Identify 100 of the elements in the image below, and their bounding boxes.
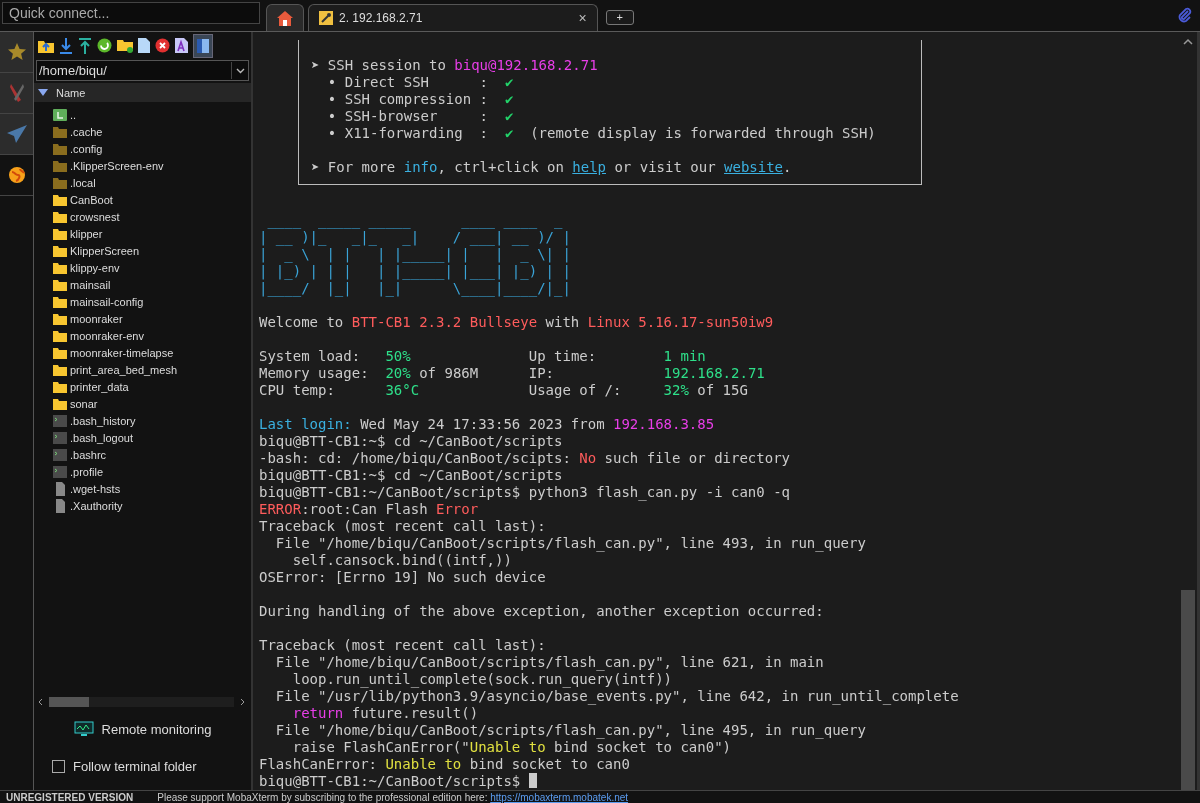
file-item[interactable]: printer_data xyxy=(34,378,251,395)
remote-monitoring-button[interactable]: Remote monitoring xyxy=(69,717,216,741)
file-item[interactable]: .bash_logout xyxy=(34,429,251,446)
terminal-line: System load: 50% Up time: 1 min xyxy=(259,348,707,365)
terminal-file-icon xyxy=(53,465,67,478)
scroll-up-icon[interactable] xyxy=(1183,38,1193,46)
session-tab[interactable]: 2. 192.168.2.71 × xyxy=(308,4,598,31)
file-item[interactable]: klipper xyxy=(34,225,251,242)
file-name: moonraker xyxy=(70,312,123,325)
new-file-icon[interactable] xyxy=(138,38,150,53)
terminal-line: During handling of the above exception, another exception occurred: xyxy=(259,603,825,620)
delete-icon[interactable] xyxy=(155,38,170,53)
download-icon[interactable] xyxy=(59,37,73,54)
file-name: mainsail-config xyxy=(70,295,144,308)
file-item[interactable]: .cache xyxy=(34,123,251,140)
file-name: klipper xyxy=(70,227,103,240)
file-icon xyxy=(53,498,67,513)
quick-connect-field[interactable]: Quick connect... xyxy=(2,2,260,24)
home-icon xyxy=(277,10,293,26)
link[interactable]: help xyxy=(572,159,606,175)
file-item[interactable]: .config xyxy=(34,140,251,157)
column-header[interactable]: Name xyxy=(34,83,251,102)
home-tab[interactable] xyxy=(266,4,304,31)
terminal-line: • X11-forwarding : ✔ (remote display is forwarded through SSH) xyxy=(326,125,877,142)
file-item[interactable]: mainsail-config xyxy=(34,293,251,310)
file-item[interactable]: print_area_bed_mesh xyxy=(34,361,251,378)
paperclip-icon[interactable] xyxy=(1176,7,1192,23)
mobaxterm-url-link[interactable]: https://mobaxterm.mobatek.net xyxy=(490,791,629,803)
terminal-line: • SSH compression : ✔ xyxy=(326,91,515,108)
file-item[interactable]: moonraker-timelapse xyxy=(34,344,251,361)
terminal-line: File "/home/biqu/CanBoot/scripts/flash_can.py", line 495, in run_query xyxy=(274,722,867,739)
terminal-line: raise FlashCanError("Unable to bind socket to can0") xyxy=(291,739,732,756)
column-label: Name xyxy=(56,86,86,99)
file-name: .. xyxy=(70,108,77,121)
path-text: /home/biqu/ xyxy=(39,63,107,78)
file-item[interactable]: mainsail xyxy=(34,276,251,293)
terminal-line: Traceback (most recent call last): xyxy=(259,518,547,535)
file-item[interactable]: .wget-hsts xyxy=(34,480,251,497)
checkbox[interactable] xyxy=(52,760,65,773)
scroll-right-icon[interactable] xyxy=(240,698,245,706)
refresh-icon[interactable] xyxy=(97,38,112,53)
file-item[interactable]: .bashrc xyxy=(34,446,251,463)
star-icon xyxy=(6,42,27,62)
status-message: Please support MobaXterm by subscribing to the professional edition here: https://mobaxterm.mobatek.net xyxy=(157,791,629,803)
vertical-scrollbar[interactable] xyxy=(1179,32,1200,790)
file-item[interactable]: .bash_history xyxy=(34,412,251,429)
file-name: .wget-hsts xyxy=(70,482,121,495)
terminal-line: -bash: cd: /home/biqu/CanBoot/scipts: No such file or directory xyxy=(259,450,792,467)
folder-icon xyxy=(53,278,67,291)
folder-icon xyxy=(53,227,67,240)
follow-terminal-checkbox[interactable]: Follow terminal folder xyxy=(52,759,251,774)
folder-icon xyxy=(53,329,67,342)
terminal-line: Last login: Wed May 24 17:33:56 2023 from 192.168.3.85 xyxy=(259,416,716,433)
folder-icon xyxy=(53,210,67,223)
file-item[interactable]: klippy-env xyxy=(34,259,251,276)
scrollbar-thumb[interactable] xyxy=(1181,590,1195,790)
file-item[interactable]: moonraker xyxy=(34,310,251,327)
folder-icon xyxy=(53,380,67,393)
folder-icon xyxy=(53,346,67,359)
folder-up-icon[interactable] xyxy=(38,38,54,53)
file-name: print_area_bed_mesh xyxy=(70,363,178,376)
upload-icon[interactable] xyxy=(78,37,92,54)
file-icon xyxy=(53,481,67,496)
file-item[interactable]: .profile xyxy=(34,463,251,480)
close-icon[interactable]: × xyxy=(428,10,587,26)
file-item[interactable]: CanBoot xyxy=(34,191,251,208)
terminal-file-icon xyxy=(53,431,67,444)
file-name: .cache xyxy=(70,125,103,138)
split-view-button[interactable] xyxy=(193,33,213,58)
new-folder-icon[interactable] xyxy=(117,38,133,53)
file-name: .Xauthority xyxy=(70,499,123,512)
terminal-line: OSError: [Errno 19] No such device xyxy=(259,569,547,586)
file-item[interactable]: .Xauthority xyxy=(34,497,251,514)
rename-icon[interactable] xyxy=(175,38,188,53)
file-item[interactable]: moonraker-env xyxy=(34,327,251,344)
terminal-line: Welcome to BTT-CB1 2.3.2 Bullseye with Linux 5.16.17-sun50iw9 xyxy=(259,314,775,331)
link[interactable]: website xyxy=(724,159,784,175)
terminal-line: loop.run_until_complete(sock.run_query(intf)) xyxy=(291,671,673,688)
sidebar-tab[interactable] xyxy=(0,32,33,73)
monitor-icon xyxy=(73,721,94,737)
key-icon xyxy=(319,11,333,25)
folder-icon xyxy=(53,125,67,138)
horizontal-scrollbar[interactable] xyxy=(49,697,234,707)
file-item[interactable]: sonar xyxy=(34,395,251,412)
folder-icon xyxy=(53,363,67,376)
folder-icon xyxy=(53,159,67,172)
terminal-file-icon xyxy=(53,448,67,461)
file-item[interactable]: KlipperScreen xyxy=(34,242,251,259)
new-tab-button[interactable]: + xyxy=(605,10,635,25)
file-item[interactable]: crowsnest xyxy=(34,208,251,225)
terminal-line: ERROR:root:Can Flash Error xyxy=(259,501,480,518)
file-item[interactable]: .KlipperScreen-env xyxy=(34,157,251,174)
scroll-left-icon[interactable] xyxy=(38,698,43,706)
file-item[interactable]: .. xyxy=(34,106,251,123)
file-name: .profile xyxy=(70,465,104,478)
path-field[interactable]: /home/biqu/ xyxy=(36,60,249,81)
file-name: .local xyxy=(70,176,96,189)
file-name: .bash_history xyxy=(70,414,136,427)
folder-icon xyxy=(53,295,67,308)
file-item[interactable]: .local xyxy=(34,174,251,191)
